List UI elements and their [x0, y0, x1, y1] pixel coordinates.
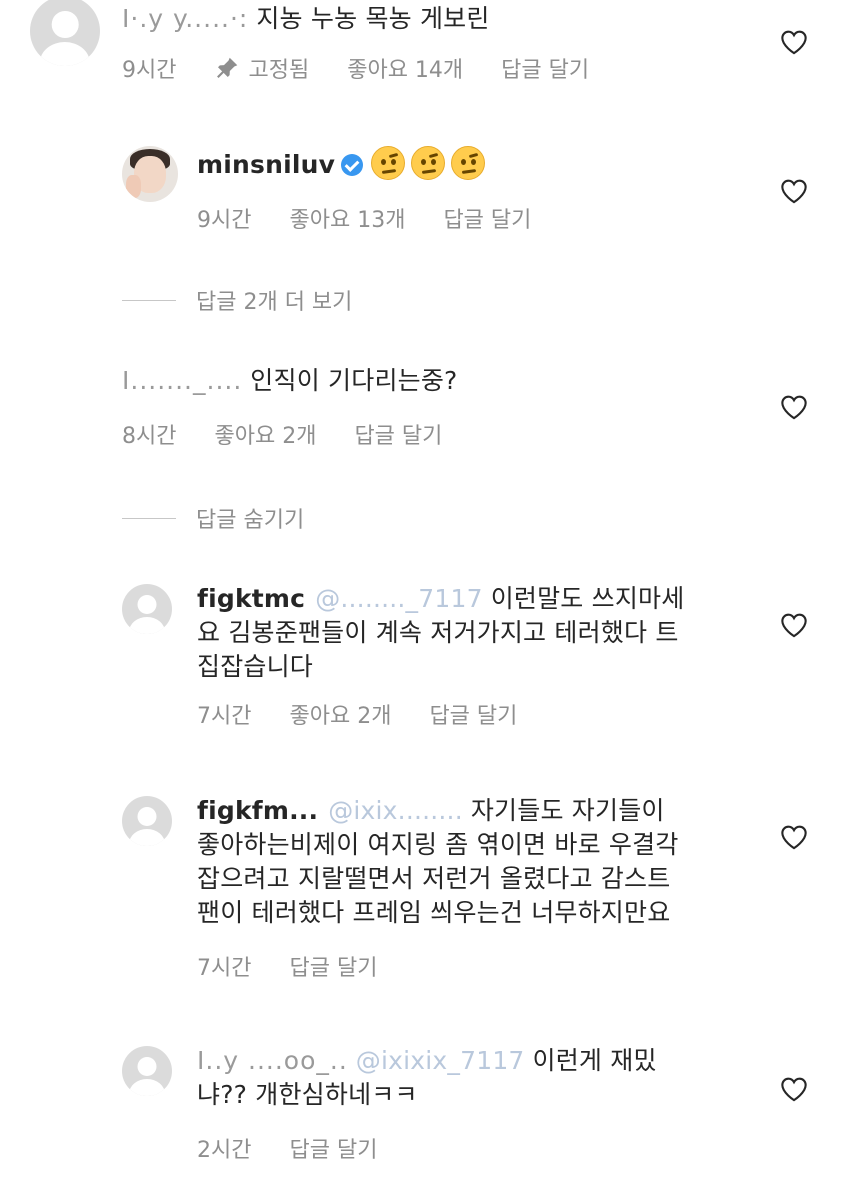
comment-time: 7시간 — [197, 704, 252, 729]
heart-outline-icon[interactable] — [780, 1076, 808, 1102]
redacted-username[interactable]: I..y ....oo_.. — [197, 1046, 348, 1075]
comment-item: figktmc @........_7117 이런말도 쓰지마세 요 김봉준팬들이 … — [0, 578, 850, 738]
comment-line-2: 냐?? 개한심하네ㅋㅋ — [197, 1080, 418, 1109]
hide-replies-link[interactable]: 답글 숨기기 — [122, 502, 304, 534]
pinned-badge: 고정됨 — [214, 52, 309, 84]
view-more-replies-label: 답글 2개 더 보기 — [196, 290, 353, 315]
comment-text: I......._.... 인직이 기다리는중? — [122, 364, 458, 398]
comment-meta: 7시간 답글 달기 — [197, 950, 377, 982]
view-more-replies-link[interactable]: 답글 2개 더 보기 — [122, 284, 352, 316]
comment-line-2: 좋아하는비제이 여지링 좀 엮이면 바로 우결각 — [197, 830, 679, 859]
comment-meta: 9시간 고정됨 좋아요 14개 답글 달기 — [122, 52, 589, 84]
comment-text: figktmc @........_7117 이런말도 쓰지마세 요 김봉준팬들이 … — [197, 582, 757, 684]
comment-text: minsniluv — [197, 146, 491, 182]
mention-link[interactable]: @ixix........ — [328, 796, 463, 825]
heart-outline-icon[interactable] — [780, 29, 808, 55]
comment-line-3: 집잡습니다 — [197, 652, 314, 681]
default-avatar-icon[interactable] — [122, 796, 172, 846]
comment-item: minsniluv 9시간 좋아요 13개 답글 달기 답글 2개 더 보기 — [0, 140, 850, 320]
default-avatar-icon[interactable] — [122, 584, 172, 634]
face-with-raised-eyebrow-icon — [451, 146, 486, 180]
username[interactable]: figktmc — [197, 584, 305, 613]
avatar[interactable] — [122, 146, 178, 202]
comment-item: figkfm... @ixix........ 자기들도 자기들이 좋아하는비제이 … — [0, 790, 850, 990]
comment-time: 8시간 — [122, 424, 177, 449]
comment-line-4: 팬이 테러했다 프레임 씌우는건 너무하지만요 — [197, 898, 671, 927]
pinned-label: 고정됨 — [248, 58, 310, 83]
username[interactable]: figkfm... — [197, 796, 318, 825]
comment-item: I·.y y.....·: 지농 누농 목농 게보린 9시간 고정됨 좋아요 14… — [0, 0, 850, 100]
likes-count[interactable]: 좋아요 14개 — [347, 52, 463, 84]
heart-outline-icon[interactable] — [780, 612, 808, 638]
comment-text: figkfm... @ixix........ 자기들도 자기들이 좋아하는비제이 … — [197, 794, 767, 930]
comment-line-1: 자기들도 자기들이 — [470, 796, 665, 825]
likes-count[interactable]: 좋아요 13개 — [289, 202, 405, 234]
comment-item: I......._.... 인직이 기다리는중? 8시간 좋아요 2개 답글 달기… — [0, 360, 850, 540]
comment-time: 2시간 — [197, 1138, 252, 1163]
face-with-raised-eyebrow-icon — [371, 146, 406, 180]
pin-icon — [217, 57, 238, 78]
reply-button[interactable]: 답글 달기 — [429, 698, 517, 730]
reply-button[interactable]: 답글 달기 — [289, 950, 377, 982]
comment-time: 9시간 — [197, 208, 252, 233]
comment-text: I..y ....oo_.. @ixixix_7117 이런게 재밌 냐?? 개한심… — [197, 1044, 757, 1112]
comment-body: 지농 누농 목농 게보린 — [256, 4, 490, 33]
comment-line-3: 잡으려고 지랄떨면서 저런거 올렸다고 감스트 — [197, 864, 671, 893]
face-with-raised-eyebrow-icon — [411, 146, 446, 180]
comment-line-2: 요 김봉준팬들이 계속 저거가지고 테러했다 트 — [197, 618, 679, 647]
comment-text: I·.y y.....·: 지농 누농 목농 게보린 — [122, 2, 490, 36]
thread-line — [122, 299, 176, 301]
username[interactable]: minsniluv — [197, 150, 335, 179]
mention-link[interactable]: @........_7117 — [315, 584, 483, 613]
default-avatar-icon[interactable] — [122, 1046, 172, 1096]
comment-meta: 2시간 답글 달기 — [197, 1132, 377, 1164]
reply-button[interactable]: 답글 달기 — [289, 1132, 377, 1164]
comment-line-1: 이런말도 쓰지마세 — [490, 584, 685, 613]
likes-count[interactable]: 좋아요 2개 — [289, 698, 391, 730]
comment-item: I..y ....oo_.. @ixixix_7117 이런게 재밌 냐?? 개한심… — [0, 1040, 850, 1180]
reply-button[interactable]: 답글 달기 — [501, 52, 589, 84]
reply-button[interactable]: 답글 달기 — [443, 202, 531, 234]
thread-line — [122, 517, 176, 519]
comment-time: 9시간 — [122, 58, 177, 83]
heart-outline-icon[interactable] — [780, 178, 808, 204]
mention-link[interactable]: @ixixix_7117 — [356, 1046, 525, 1075]
comment-line-1: 이런게 재밌 — [532, 1046, 657, 1075]
comment-meta: 7시간 좋아요 2개 답글 달기 — [197, 698, 517, 730]
comment-meta: 9시간 좋아요 13개 답글 달기 — [197, 202, 531, 234]
heart-outline-icon[interactable] — [780, 824, 808, 850]
heart-outline-icon[interactable] — [780, 394, 808, 420]
hide-replies-label: 답글 숨기기 — [196, 508, 305, 533]
comment-body: 인직이 기다리는중? — [250, 366, 458, 395]
comment-meta: 8시간 좋아요 2개 답글 달기 — [122, 418, 442, 450]
redacted-username[interactable]: I......._.... — [122, 366, 242, 395]
reply-button[interactable]: 답글 달기 — [354, 418, 442, 450]
comment-time: 7시간 — [197, 956, 252, 981]
redacted-username[interactable]: I·.y y.....·: — [122, 4, 248, 33]
default-avatar-icon[interactable] — [30, 0, 100, 66]
likes-count[interactable]: 좋아요 2개 — [214, 418, 316, 450]
verified-badge-icon — [341, 154, 364, 176]
